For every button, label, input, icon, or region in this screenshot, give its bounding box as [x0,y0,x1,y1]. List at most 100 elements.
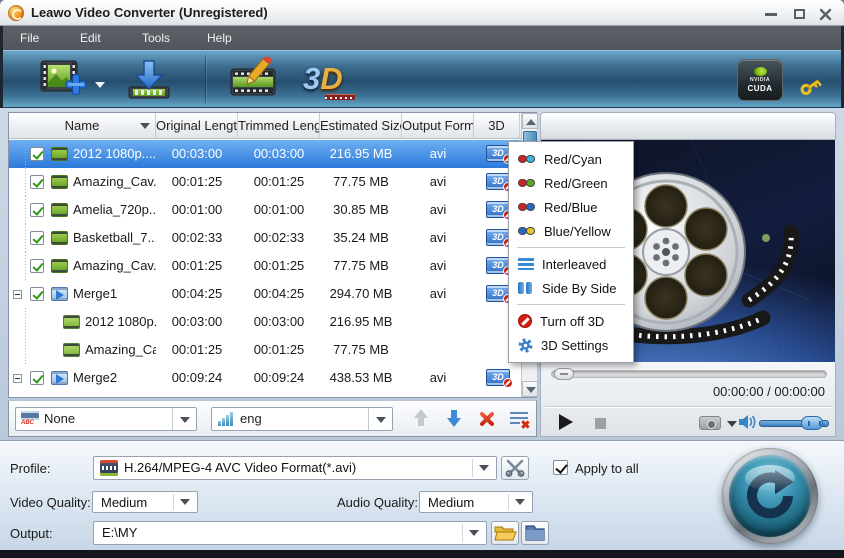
audio-quality-select[interactable]: Medium [419,491,533,513]
column-header-output-format[interactable]: Output Format [402,113,474,139]
seek-bar[interactable] [551,370,827,378]
3d-mode-icon[interactable]: 3D [486,285,510,302]
move-up-button[interactable] [409,408,433,430]
row-checkbox[interactable] [30,203,44,217]
add-video-button[interactable] [38,57,90,108]
play-button[interactable] [559,414,573,430]
seek-handle[interactable] [554,368,574,380]
3d-mode-icon[interactable]: 3D [486,257,510,274]
table-row[interactable]: Amelia_720p... 00:01:00 00:01:00 30.85 M… [9,196,521,224]
profile-select[interactable]: H.264/MPEG-4 AVC Video Format(*.avi) [93,456,497,480]
glasses-red-cyan-icon [518,154,536,164]
apply-to-all-checkbox[interactable] [553,460,568,475]
register-key-button[interactable] [799,75,823,102]
3d-mode-icon[interactable]: 3D [486,229,510,246]
move-down-button[interactable] [442,408,466,430]
output-path-select[interactable]: E:\MY [93,521,487,545]
menu-item-3d-settings[interactable]: 3D Settings [509,333,633,357]
snapshot-button[interactable] [699,416,721,430]
snapshot-dropdown-caret[interactable] [727,421,737,427]
volume-icon[interactable] [738,414,756,430]
video-clip-icon [51,203,68,217]
menu-file[interactable]: File [14,26,45,50]
subtitle-select[interactable]: ABC None [15,407,197,431]
table-row[interactable]: Merge2 00:09:24 00:09:24 438.53 MB avi 3… [9,364,521,392]
subtitle-dropdown-caret[interactable] [172,408,196,430]
add-video-dropdown-caret[interactable] [95,82,105,88]
menu-help[interactable]: Help [201,26,238,50]
open-output-folder-button[interactable] [491,521,519,545]
menu-item-blue-yellow[interactable]: Blue/Yellow [509,219,633,243]
maximize-button[interactable] [788,6,810,22]
table-row[interactable]: 2012 1080p.... 00:03:00 00:03:00 216.95 … [9,140,521,168]
edit-profile-button[interactable] [501,456,529,480]
video-clip-icon [63,343,80,357]
clear-list-button[interactable] [508,408,532,430]
table-row[interactable]: 2012 1080p.... 00:03:00 00:03:00 216.95 … [9,308,521,336]
video-clip-icon [51,175,68,189]
3d-logo-part2: D [320,61,342,96]
3d-mode-icon[interactable]: 3D [486,201,510,218]
toolbar: 3D NVIDIA CUDA [0,50,844,108]
audio-track-select[interactable]: eng [211,407,393,431]
delete-icon [477,410,495,428]
3d-movie-button[interactable]: 3D [303,60,357,100]
row-checkbox[interactable] [30,147,44,161]
row-checkbox[interactable] [30,287,44,301]
download-button[interactable] [125,57,173,108]
expand-toggle[interactable] [13,290,22,299]
browse-folder-button[interactable] [521,521,549,545]
merge-clip-icon [51,287,68,301]
audio-dropdown-caret[interactable] [368,408,392,430]
minimize-button[interactable] [760,6,782,22]
audio-track-value: eng [240,408,262,430]
row-checkbox[interactable] [30,371,44,385]
table-row[interactable]: Merge1 00:04:25 00:04:25 294.70 MB avi 3… [9,280,521,308]
stop-button[interactable] [595,418,606,429]
3d-mode-icon[interactable]: 3D [486,369,510,386]
menu-item-side-by-side[interactable]: Side By Side [509,276,633,300]
scroll-down-icon [526,387,536,393]
menu-item-red-cyan[interactable]: Red/Cyan [509,147,633,171]
menu-tools[interactable]: Tools [136,26,176,50]
column-header-estimated-size[interactable]: Estimated Size [320,113,402,139]
table-row[interactable]: Amazing_Cav... 00:01:25 00:01:25 77.75 M… [9,168,521,196]
edit-video-button[interactable] [228,57,280,108]
row-checkbox[interactable] [30,231,44,245]
expand-toggle[interactable] [13,374,22,383]
3d-logo-part1: 3 [303,61,320,96]
client-area: Name Original Length Trimmed Length Esti… [0,108,844,440]
row-checkbox[interactable] [30,175,44,189]
subtitle-value: None [44,408,75,430]
side-by-side-icon [518,282,534,294]
column-header-original-length[interactable]: Original Length [156,113,238,139]
audio-quality-caret[interactable] [508,494,530,510]
scroll-up-button[interactable] [522,113,538,129]
glasses-red-blue-icon [518,202,536,212]
table-row[interactable]: Basketball_7... 00:02:33 00:02:33 35.24 … [9,224,521,252]
row-checkbox[interactable] [30,259,44,273]
menu-item-red-green[interactable]: Red/Green [509,171,633,195]
menu-item-turn-off-3d[interactable]: Turn off 3D [509,309,633,333]
column-header-trimmed-length[interactable]: Trimmed Length [238,113,320,139]
scroll-down-button[interactable] [522,381,538,397]
3d-mode-icon[interactable]: 3D [486,145,510,162]
title-bar: Leawo Video Converter (Unregistered) [0,0,844,26]
table-row[interactable]: Amazing_Cav... 00:01:25 00:01:25 77.75 M… [9,336,521,364]
volume-handle[interactable] [801,416,823,430]
table-row[interactable]: Amazing_Cav... 00:01:25 00:01:25 77.75 M… [9,252,521,280]
output-dropdown-caret[interactable] [462,524,484,542]
close-button[interactable] [814,6,836,22]
menu-edit[interactable]: Edit [74,26,107,50]
remove-file-button[interactable] [475,408,499,430]
3d-mode-icon[interactable]: 3D [486,173,510,190]
output-label: Output: [10,526,53,541]
convert-button[interactable] [722,448,818,544]
column-header-3d[interactable]: 3D [474,113,520,139]
menu-item-interleaved[interactable]: Interleaved [509,252,633,276]
menu-item-red-blue[interactable]: Red/Blue [509,195,633,219]
column-header-name[interactable]: Name [9,113,156,139]
video-quality-caret[interactable] [173,494,195,510]
video-quality-select[interactable]: Medium [92,491,198,513]
profile-dropdown-caret[interactable] [472,459,494,477]
